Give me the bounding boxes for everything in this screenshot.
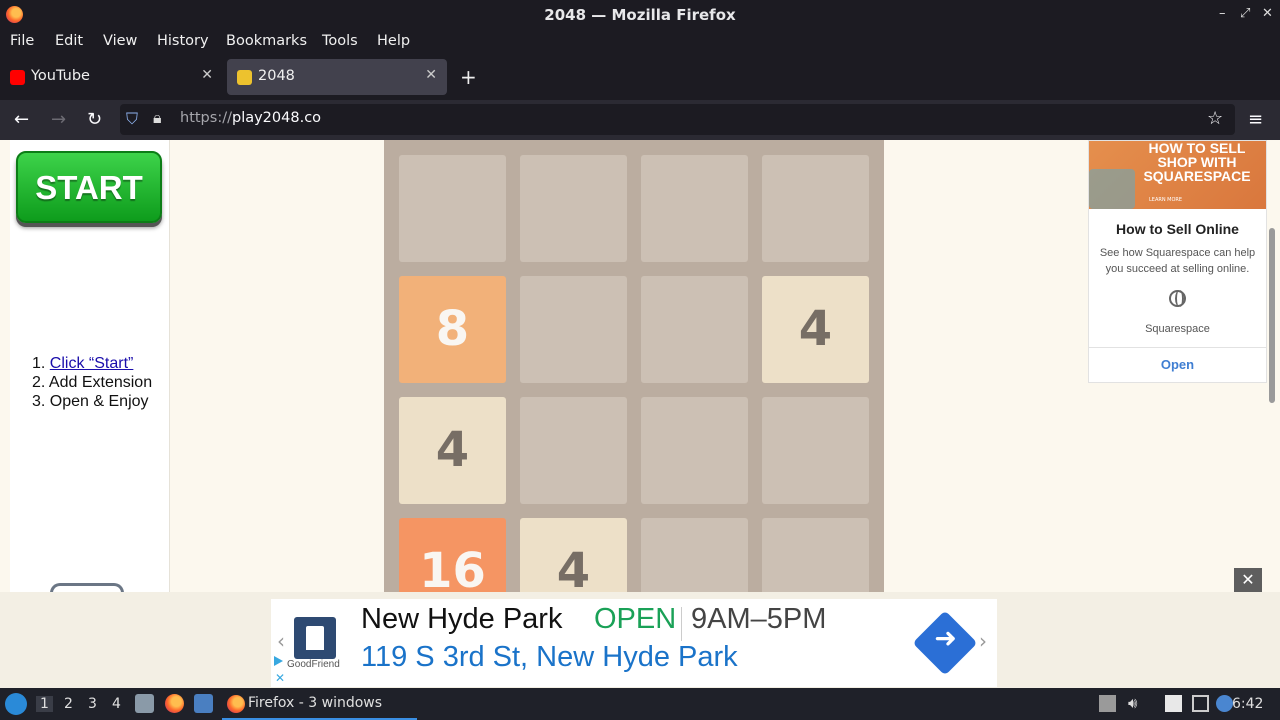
tile-4: 4: [399, 397, 506, 504]
tab-youtube[interactable]: YouTube ✕: [0, 59, 223, 95]
ad-heading: How to Sell Online: [1116, 221, 1239, 237]
divider: [681, 607, 682, 641]
ad-address: 119 S 3rd St, New Hyde Park: [361, 641, 738, 673]
close-window-button[interactable]: ✕: [1262, 6, 1273, 21]
tile: [399, 155, 506, 262]
firefox-launcher-icon[interactable]: [165, 694, 184, 713]
page-content: START 1. Click “Start” 2. Add Extension …: [0, 140, 1280, 688]
divider: [1089, 347, 1266, 348]
menu-edit[interactable]: Edit: [55, 33, 83, 49]
click-start-link[interactable]: Click “Start”: [50, 355, 134, 372]
shield-icon[interactable]: ⛉: [126, 109, 138, 129]
banner-small-text: LEARN MORE: [1149, 197, 1183, 203]
menu-help[interactable]: Help: [377, 33, 410, 49]
menu-bookmarks[interactable]: Bookmarks: [226, 33, 307, 49]
file-manager-icon[interactable]: [135, 694, 154, 713]
step-3: 3. Open & Enjoy: [32, 393, 149, 410]
step-number: 1.: [32, 355, 50, 372]
tab-2048[interactable]: 2048 ✕: [227, 59, 447, 95]
hamburger-menu-icon[interactable]: ≡: [1248, 109, 1263, 130]
navigation-bar: ← → ↻ ⛉ 🔒︎ https://play2048.co ☆ ≡: [0, 100, 1280, 140]
close-tab-icon[interactable]: ✕: [201, 67, 213, 83]
chevron-left-icon[interactable]: ‹: [277, 629, 285, 653]
directions-icon[interactable]: [912, 610, 978, 676]
tile: [762, 397, 869, 504]
volume-icon[interactable]: 🔊︎: [1128, 694, 1145, 712]
step-2: 2. Add Extension: [32, 374, 153, 391]
start-button[interactable]: START: [16, 151, 162, 223]
advertiser-name: Squarespace: [1145, 323, 1210, 335]
menu-view[interactable]: View: [103, 33, 137, 49]
ad-business-name: New Hyde Park: [361, 603, 563, 635]
ad-brand: GoodFriend: [287, 659, 340, 670]
url-text[interactable]: https://play2048.co: [180, 110, 321, 126]
new-tab-button[interactable]: +: [460, 65, 477, 89]
ad-close-small-icon[interactable]: ✕: [275, 671, 285, 685]
ad-body: See how Squarespace can help you succeed…: [1099, 247, 1256, 275]
maximize-button[interactable]: ⤢: [1240, 6, 1250, 21]
menu-history[interactable]: History: [157, 33, 209, 49]
tile: [641, 397, 748, 504]
workspace-2[interactable]: 2: [64, 696, 73, 712]
tray-eject-icon[interactable]: [1099, 695, 1116, 712]
banner-text: HOW TO SELL SHOP WITH SQUARESPACE: [1143, 141, 1251, 184]
start-menu-icon[interactable]: [5, 693, 27, 715]
goodfriend-logo-icon: [294, 617, 336, 659]
workspace-3[interactable]: 3: [88, 696, 97, 712]
tile: [641, 155, 748, 262]
minimize-button[interactable]: –: [1219, 6, 1226, 21]
tile-4: 4: [762, 276, 869, 383]
tile: [762, 155, 869, 262]
workspace-1[interactable]: 1: [36, 696, 53, 712]
menu-bar: File Edit View History Bookmarks Tools H…: [0, 29, 1280, 55]
tile: [520, 276, 627, 383]
globe-icon: [1169, 290, 1186, 307]
tile: [641, 276, 748, 383]
youtube-favicon-icon: [10, 70, 25, 85]
tile: [520, 397, 627, 504]
desktop-icon[interactable]: [194, 694, 213, 713]
tile: [520, 155, 627, 262]
address-bar[interactable]: ⛉ 🔒︎ https://play2048.co ☆: [120, 104, 1235, 135]
lock-icon[interactable]: 🔒︎: [153, 108, 162, 128]
game-board[interactable]: 8 4 4 16 4: [384, 140, 884, 625]
bookmark-star-icon[interactable]: ☆: [1207, 108, 1223, 129]
right-ad[interactable]: HOW TO SELL SHOP WITH SQUARESPACE LEARN …: [1088, 140, 1267, 383]
clipboard-icon[interactable]: [1165, 695, 1182, 712]
menu-file[interactable]: File: [10, 33, 34, 49]
back-arrow-icon[interactable]: ←: [14, 109, 29, 130]
tab-label: 2048: [258, 68, 295, 84]
window-title: 2048 — Mozilla Firefox: [544, 6, 736, 24]
notification-icon[interactable]: [1216, 695, 1233, 712]
title-bar: 2048 — Mozilla Firefox – ⤢ ✕: [0, 0, 1280, 29]
adchoices-icon[interactable]: [274, 656, 283, 666]
taskbar: 1 2 3 4 Firefox - 3 windows 🔊︎ 6:42: [0, 688, 1280, 720]
tab-strip: YouTube ✕ 2048 ✕ +: [0, 55, 1280, 100]
chevron-right-icon[interactable]: ›: [979, 629, 987, 653]
ad-hours: 9AM–5PM: [691, 603, 827, 635]
menu-tools[interactable]: Tools: [322, 33, 358, 49]
window-button-label: Firefox - 3 windows: [248, 695, 383, 711]
display-icon[interactable]: [1192, 695, 1209, 712]
firefox-icon: [227, 695, 245, 713]
close-ad-button[interactable]: ✕: [1234, 568, 1262, 592]
scrollbar[interactable]: [1269, 228, 1275, 403]
2048-favicon-icon: [237, 70, 252, 85]
bottom-ad[interactable]: ‹ GoodFriend ✕ New Hyde Park OPEN 9AM–5P…: [271, 599, 997, 687]
reload-icon[interactable]: ↻: [87, 109, 102, 130]
close-tab-icon[interactable]: ✕: [425, 67, 437, 83]
clock: 6:42: [1232, 696, 1264, 712]
forward-arrow-icon[interactable]: →: [51, 109, 66, 130]
steps-list: 1. Click “Start” 2. Add Extension 3. Ope…: [32, 354, 152, 411]
taskbar-firefox-window[interactable]: Firefox - 3 windows: [222, 688, 417, 720]
tile-8: 8: [399, 276, 506, 383]
workspace-4[interactable]: 4: [112, 696, 121, 712]
bottom-ad-bar: ✕ ‹ GoodFriend ✕ New Hyde Park OPEN 9AM–…: [0, 568, 1280, 688]
tab-label: YouTube: [31, 68, 90, 84]
ad-open-status: OPEN: [594, 603, 677, 635]
ad-banner-image[interactable]: HOW TO SELL SHOP WITH SQUARESPACE LEARN …: [1089, 141, 1266, 209]
ad-open-button[interactable]: Open: [1089, 357, 1266, 372]
